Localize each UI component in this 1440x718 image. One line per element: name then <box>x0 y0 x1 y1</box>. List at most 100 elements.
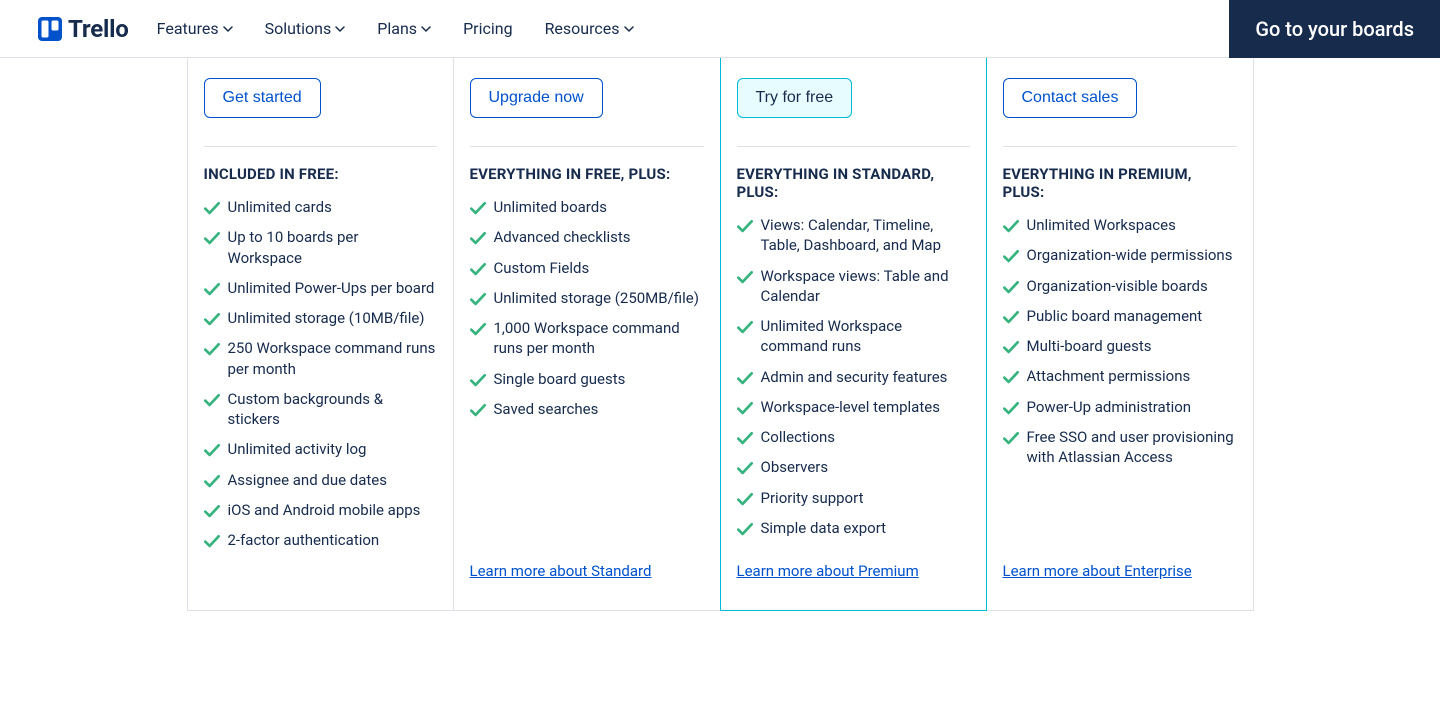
feature-text: Workspace-level templates <box>761 397 940 417</box>
learn-more-link-premium[interactable]: Learn more about Premium <box>737 538 919 580</box>
check-icon <box>737 400 753 416</box>
nav-item-plans[interactable]: Plans <box>377 19 431 38</box>
features-heading: INCLUDED IN FREE: <box>204 165 437 183</box>
nav-item-features[interactable]: Features <box>157 19 233 38</box>
feature-item: Unlimited Workspaces <box>1003 215 1237 235</box>
divider <box>737 146 970 147</box>
feature-text: Observers <box>761 457 829 477</box>
feature-item: Workspace views: Table and Calendar <box>737 266 970 307</box>
check-icon <box>1003 400 1019 416</box>
feature-text: 2-factor authentication <box>228 530 380 550</box>
feature-text: Assignee and due dates <box>228 470 388 490</box>
feature-item: Unlimited cards <box>204 197 437 217</box>
check-icon <box>204 442 220 458</box>
chevron-down-icon <box>421 24 431 34</box>
feature-item: Simple data export <box>737 518 970 538</box>
features-heading: EVERYTHING IN PREMIUM, PLUS: <box>1003 165 1237 201</box>
check-icon <box>1003 309 1019 325</box>
feature-text: Unlimited storage (10MB/file) <box>228 308 425 328</box>
go-to-boards-button[interactable]: Go to your boards <box>1229 0 1440 58</box>
check-icon <box>1003 339 1019 355</box>
feature-item: Advanced checklists <box>470 227 704 247</box>
check-icon <box>1003 369 1019 385</box>
feature-text: Single board guests <box>494 369 626 389</box>
feature-item: Unlimited storage (10MB/file) <box>204 308 437 328</box>
check-icon <box>204 533 220 549</box>
check-icon <box>1003 218 1019 234</box>
check-icon <box>737 218 753 234</box>
feature-text: Attachment permissions <box>1027 366 1191 386</box>
check-icon <box>470 230 486 246</box>
feature-text: Unlimited activity log <box>228 439 367 459</box>
feature-text: Unlimited Workspace command runs <box>761 316 970 357</box>
feature-item: Unlimited storage (250MB/file) <box>470 288 704 308</box>
features-heading: EVERYTHING IN FREE, PLUS: <box>470 165 704 183</box>
plan-column-premium: Try for freeEVERYTHING IN STANDARD, PLUS… <box>720 58 987 611</box>
feature-item: Workspace-level templates <box>737 397 970 417</box>
feature-text: Admin and security features <box>761 367 948 387</box>
feature-text: 250 Workspace command runs per month <box>228 338 437 379</box>
top-nav: Trello Features Solutions Plans Pricing Reso… <box>0 0 1440 58</box>
feature-text: Custom backgrounds & stickers <box>228 389 437 430</box>
feature-text: Unlimited storage (250MB/file) <box>494 288 699 308</box>
check-icon <box>470 261 486 277</box>
enterprise-cta-button[interactable]: Contact sales <box>1003 78 1138 118</box>
check-icon <box>204 281 220 297</box>
feature-text: Workspace views: Table and Calendar <box>761 266 970 307</box>
feature-text: Power-Up administration <box>1027 397 1192 417</box>
check-icon <box>204 230 220 246</box>
feature-text: Public board management <box>1027 306 1203 326</box>
chevron-down-icon <box>624 24 634 34</box>
check-icon <box>737 370 753 386</box>
brand-logo[interactable]: Trello <box>38 15 129 43</box>
nav-item-label: Features <box>157 19 219 38</box>
plan-column-standard: Upgrade now EVERYTHING IN FREE, PLUS: Unli… <box>454 58 721 611</box>
feature-text: Unlimited cards <box>228 197 332 217</box>
feature-text: Free SSO and user provisioning with Atla… <box>1027 427 1237 468</box>
divider <box>470 146 704 147</box>
check-icon <box>470 200 486 216</box>
feature-text: Priority support <box>761 488 864 508</box>
feature-text: Up to 10 boards per Workspace <box>228 227 437 268</box>
free-cta-button[interactable]: Get started <box>204 78 321 118</box>
learn-more-link-enterprise[interactable]: Learn more about Enterprise <box>1003 538 1192 580</box>
check-icon <box>204 392 220 408</box>
feature-list: Views: Calendar, Timeline, Table, Dashbo… <box>737 215 970 538</box>
check-icon <box>737 430 753 446</box>
check-icon <box>470 291 486 307</box>
feature-text: Unlimited Power-Ups per board <box>228 278 435 298</box>
feature-item: Collections <box>737 427 970 447</box>
feature-list: Unlimited boards Advanced checklists Custo… <box>470 197 704 419</box>
feature-item: Single board guests <box>470 369 704 389</box>
feature-item: Public board management <box>1003 306 1237 326</box>
feature-text: Organization-visible boards <box>1027 276 1208 296</box>
feature-text: Unlimited boards <box>494 197 607 217</box>
check-icon <box>470 372 486 388</box>
check-icon <box>1003 248 1019 264</box>
feature-item: Unlimited Power-Ups per board <box>204 278 437 298</box>
learn-more-link-standard[interactable]: Learn more about Standard <box>470 538 652 580</box>
premium-cta-button[interactable]: Try for free <box>737 78 853 118</box>
feature-text: Custom Fields <box>494 258 590 278</box>
check-icon <box>737 491 753 507</box>
standard-cta-button[interactable]: Upgrade now <box>470 78 603 118</box>
nav-item-resources[interactable]: Resources <box>545 19 634 38</box>
feature-text: Simple data export <box>761 518 887 538</box>
nav-item-pricing[interactable]: Pricing <box>463 19 513 38</box>
feature-text: Advanced checklists <box>494 227 631 247</box>
feature-item: Unlimited activity log <box>204 439 437 459</box>
feature-text: Organization-wide permissions <box>1027 245 1233 265</box>
feature-item: Free SSO and user provisioning with Atla… <box>1003 427 1237 468</box>
feature-item: Attachment permissions <box>1003 366 1237 386</box>
check-icon <box>737 521 753 537</box>
check-icon <box>737 460 753 476</box>
nav-item-solutions[interactable]: Solutions <box>265 19 346 38</box>
brand-name: Trello <box>68 15 129 43</box>
feature-item: Saved searches <box>470 399 704 419</box>
feature-text: 1,000 Workspace command runs per month <box>494 318 704 359</box>
divider <box>204 146 437 147</box>
feature-item: Unlimited Workspace command runs <box>737 316 970 357</box>
feature-text: Collections <box>761 427 836 447</box>
nav-item-label: Pricing <box>463 19 513 38</box>
feature-item: Organization-wide permissions <box>1003 245 1237 265</box>
